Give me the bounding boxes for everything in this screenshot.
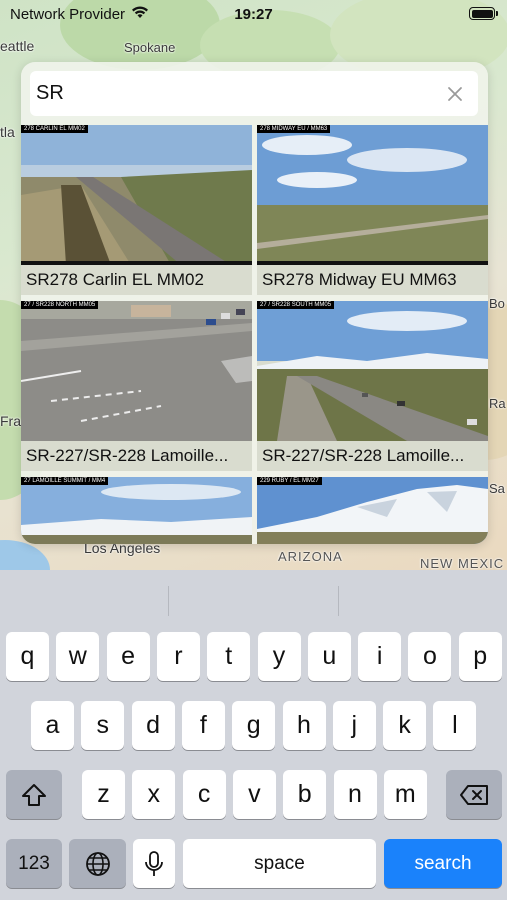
camera-card[interactable]: 278 MIDWAY EU / MM63 SR278 Midway EU MM6… [257,125,488,295]
map-label-portland: tla [0,124,15,140]
key-s[interactable]: s [81,701,125,750]
key-t[interactable]: t [207,632,251,681]
camera-search-panel: 278 CARLIN EL MM02 SR278 Carlin EL MM02 … [21,62,488,544]
space-key[interactable]: space [183,839,376,888]
backspace-icon [460,784,488,805]
map-label-right-edge: Ra [489,396,506,411]
map-label-arizona: ARIZONA [278,549,343,564]
key-z[interactable]: z [82,770,125,819]
camera-name: SR-227/SR-228 Lamoille... [262,446,465,465]
camera-card[interactable]: 27 / SR228 SOUTH MM05 SR-227/SR-228 Lamo… [257,301,488,471]
key-k[interactable]: k [383,701,427,750]
key-y[interactable]: y [257,632,301,681]
camera-overlay-text: 27 LAMOILLE SUMMIT / MM4 [21,477,109,485]
camera-overlay-text: 229 RUBY / EL MM27 [257,477,322,485]
key-v[interactable]: v [232,770,276,819]
search-key[interactable]: search [384,839,502,888]
camera-thumbnail: 229 RUBY / EL MM27 [257,477,488,544]
camera-thumbnail: 27 / SR228 SOUTH MM05 [257,301,488,441]
map-label-san-francisco: Fra [0,413,21,429]
key-b[interactable]: b [283,770,327,819]
dictation-key[interactable] [133,839,175,888]
camera-name: SR278 Carlin EL MM02 [26,270,204,289]
keyboard: qwertyuiop asdfghjkl zxcvbnm 123 space sea… [0,570,507,900]
key-e[interactable]: e [106,632,150,681]
numbers-key[interactable]: 123 [6,839,62,888]
key-x[interactable]: x [132,770,176,819]
key-o[interactable]: o [408,632,452,681]
map-label-spokane: Spokane [124,40,176,55]
battery-icon [469,7,498,20]
map-label-new-mexico: NEW MEXIC [420,556,505,570]
key-r[interactable]: r [156,632,200,681]
camera-overlay-text: 278 MIDWAY EU / MM63 [257,125,331,133]
key-u[interactable]: u [307,632,351,681]
search-input[interactable] [36,82,442,105]
suggestion-bar [0,570,507,628]
key-n[interactable]: n [333,770,377,819]
camera-overlay-text: 27 / SR228 SOUTH MM05 [257,301,335,309]
search-bar [30,71,478,116]
camera-card[interactable]: 27 / SR228 NORTH MM05 SR-227/SR-228 Lamo… [21,301,252,471]
key-j[interactable]: j [332,701,376,750]
suggestion-divider [338,586,339,616]
shift-key[interactable] [6,770,62,819]
key-w[interactable]: w [56,632,100,681]
key-g[interactable]: g [232,701,276,750]
camera-thumbnail: 278 MIDWAY EU / MM63 [257,125,488,265]
key-p[interactable]: p [458,632,502,681]
key-d[interactable]: d [131,701,175,750]
key-c[interactable]: c [182,770,226,819]
camera-results-grid: 278 CARLIN EL MM02 SR278 Carlin EL MM02 … [21,125,488,544]
camera-overlay-text: 27 / SR228 NORTH MM05 [21,301,99,309]
camera-thumbnail: 278 CARLIN EL MM02 [21,125,252,265]
map-label-right-edge: Sa [489,481,505,496]
camera-name: SR278 Midway EU MM63 [262,270,457,289]
microphone-icon [145,850,163,876]
camera-card[interactable]: 278 CARLIN EL MM02 SR278 Carlin EL MM02 [21,125,252,295]
key-a[interactable]: a [31,701,74,750]
globe-icon [85,851,110,876]
camera-name: SR-227/SR-228 Lamoille... [26,446,229,465]
suggestion-divider [168,586,169,616]
backspace-key[interactable] [446,770,502,819]
key-f[interactable]: f [181,701,225,750]
map-label-right-edge: Bo [489,296,505,311]
clear-search-button[interactable] [442,81,468,107]
wifi-icon [131,5,149,23]
carrier-name: Network Provider [10,5,126,23]
key-q[interactable]: q [6,632,49,681]
map-water [0,540,50,570]
camera-thumbnail: 27 LAMOILLE SUMMIT / MM4 [21,477,252,544]
camera-overlay-text: 278 CARLIN EL MM02 [21,125,88,133]
key-i[interactable]: i [358,632,402,681]
camera-card[interactable]: 27 LAMOILLE SUMMIT / MM4 [21,477,252,544]
status-bar: Network Provider 19:27 [0,0,507,28]
key-m[interactable]: m [383,770,427,819]
shift-icon [22,783,46,806]
map-label-seattle: eattle [0,38,35,54]
globe-key[interactable] [69,839,126,888]
key-l[interactable]: l [433,701,477,750]
camera-thumbnail: 27 / SR228 NORTH MM05 [21,301,252,441]
close-icon [448,86,462,101]
key-h[interactable]: h [282,701,326,750]
camera-card[interactable]: 229 RUBY / EL MM27 [257,477,488,544]
